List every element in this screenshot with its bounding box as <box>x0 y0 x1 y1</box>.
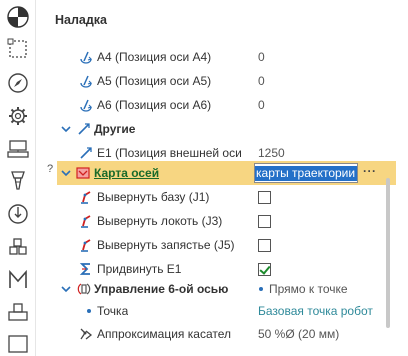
axis-map-icon <box>76 167 90 179</box>
bullet-icon <box>87 309 91 313</box>
axis-rotate-icon <box>80 75 93 88</box>
frame-icon[interactable] <box>4 330 32 356</box>
property-row-axis-map[interactable]: Карта осей карты траектории ··· <box>57 161 396 185</box>
blocks-icon[interactable] <box>4 234 32 260</box>
drill-icon[interactable] <box>4 201 32 227</box>
property-row-flip-base[interactable]: Вывернуть базу (J1) <box>37 185 384 209</box>
property-value[interactable]: 0 <box>258 45 265 69</box>
axis-map-input[interactable]: карты траектории <box>254 163 358 183</box>
approximation-icon <box>80 328 93 340</box>
chevron-down-icon[interactable] <box>59 122 73 136</box>
property-value[interactable]: 0 <box>258 93 265 117</box>
property-row-a5[interactable]: А5 (Позиция оси А5) 0 <box>37 69 384 93</box>
axis-rotate-icon <box>80 51 93 64</box>
property-name: Вывернуть запястье (J5) <box>97 238 235 252</box>
property-row-flip-wrist[interactable]: Вывернуть запястье (J5) <box>37 233 384 257</box>
panel-title: Наладка <box>55 13 108 27</box>
selection-frame-icon[interactable] <box>4 36 32 62</box>
robot-joint-icon <box>81 215 91 228</box>
property-name: Точка <box>97 304 129 318</box>
gear-icon[interactable] <box>4 103 32 129</box>
chevron-down-icon[interactable] <box>59 282 73 296</box>
property-name: Вывернуть локоть (J3) <box>97 214 223 228</box>
property-row-point[interactable]: Точка Базовая точка робот <box>37 299 384 323</box>
robot-joint-icon <box>81 191 91 204</box>
flip-base-checkbox[interactable] <box>258 191 271 204</box>
property-name: Вывернуть базу (J1) <box>97 190 210 204</box>
properties-panel: Наладка А4 (Позиция оси А4) 0 А5 (Позици… <box>37 0 408 356</box>
property-value[interactable]: 50 %Ø (20 мм) <box>258 322 339 346</box>
compass-icon[interactable] <box>4 70 32 96</box>
property-row-a4[interactable]: А4 (Позиция оси А4) 0 <box>37 45 384 69</box>
linear-axis-icon <box>78 123 90 135</box>
robot-joint-icon <box>81 239 91 252</box>
axis6-control-icon <box>77 283 91 295</box>
property-value[interactable]: Прямо к точке <box>269 277 348 301</box>
axis-rotate-icon <box>80 99 93 112</box>
sum-icon <box>79 263 90 275</box>
group-name: Управление 6-ой осью <box>94 282 229 296</box>
property-name: А5 (Позиция оси А5) <box>97 74 212 88</box>
property-row-approx[interactable]: Аппроксимация касател 50 %Ø (20 мм) <box>37 322 384 346</box>
chevron-down-icon[interactable] <box>59 166 73 180</box>
target-icon[interactable] <box>4 4 32 30</box>
property-row-flip-elbow[interactable]: Вывернуть локоть (J3) <box>37 209 384 233</box>
property-row-a6[interactable]: А6 (Позиция оси А6) 0 <box>37 93 384 117</box>
conveyor-icon[interactable] <box>4 136 32 162</box>
left-toolbar <box>0 0 36 356</box>
flip-wrist-checkbox[interactable] <box>258 239 271 252</box>
help-hint[interactable]: ? <box>47 163 53 175</box>
more-button[interactable]: ··· <box>363 161 377 185</box>
selected-text: карты траектории <box>255 166 357 181</box>
bullet-icon <box>259 287 263 291</box>
linear-axis-icon <box>80 147 92 159</box>
group-row-other[interactable]: Другие <box>37 117 384 141</box>
property-name: А6 (Позиция оси А6) <box>97 98 212 112</box>
flip-elbow-checkbox[interactable] <box>258 215 271 228</box>
scrollbar[interactable] <box>386 178 390 328</box>
macro-icon[interactable] <box>4 267 32 293</box>
stamp-icon[interactable] <box>4 300 32 326</box>
shift-e1-checkbox[interactable] <box>258 263 271 276</box>
group-row-axis6[interactable]: Управление 6-ой осью Прямо к точке <box>37 277 384 301</box>
tool-holder-icon[interactable] <box>4 168 32 194</box>
property-value[interactable]: 0 <box>258 69 265 93</box>
property-name: А4 (Позиция оси А4) <box>97 50 212 64</box>
property-name: Карта осей <box>94 166 160 180</box>
group-name: Другие <box>94 122 136 136</box>
property-name: Аппроксимация касател <box>97 327 232 341</box>
